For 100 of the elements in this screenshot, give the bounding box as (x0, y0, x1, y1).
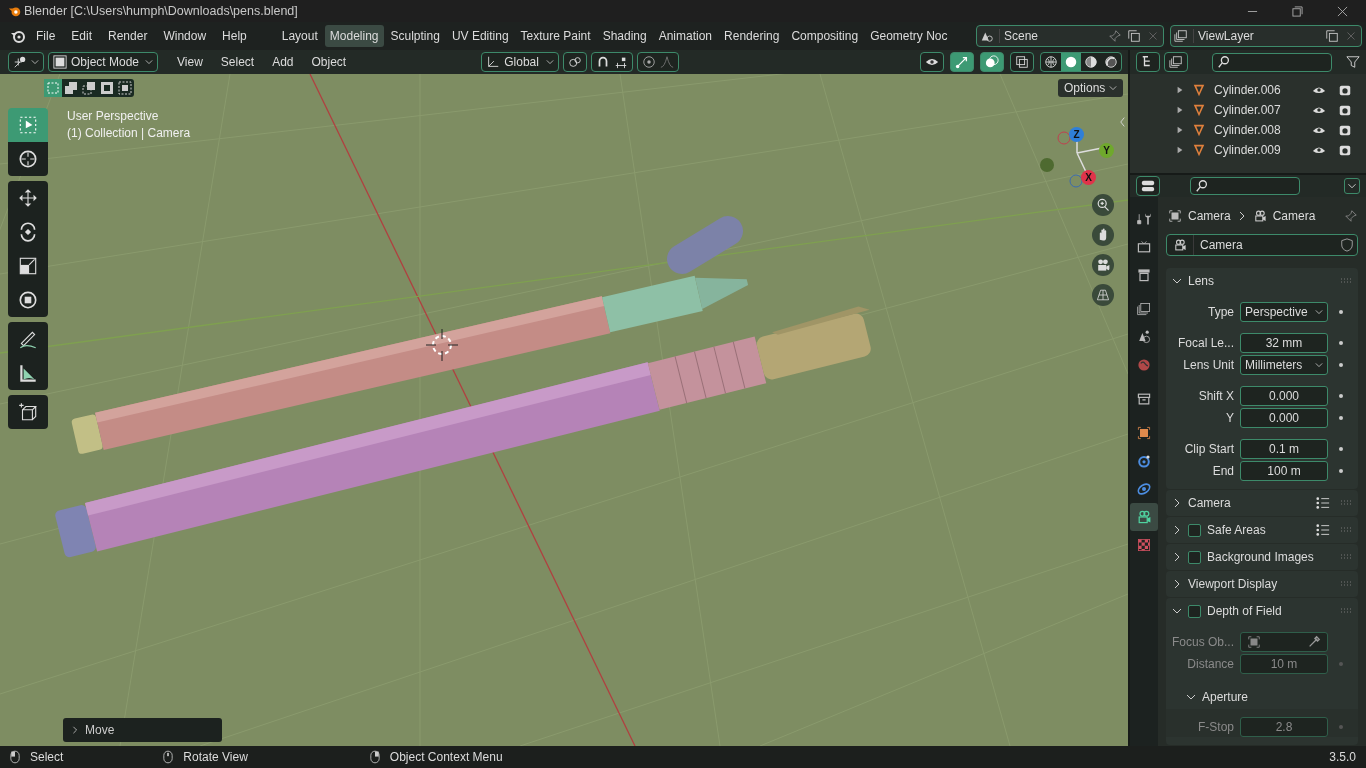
workspace-tab[interactable]: Modeling (324, 25, 384, 47)
drag-handle-icon[interactable] (1340, 500, 1352, 506)
expand-arrow-icon[interactable] (1176, 146, 1184, 154)
pin-icon[interactable] (1344, 208, 1358, 223)
number-field[interactable]: 0.1 m (1240, 439, 1328, 459)
proportional-editing-icon[interactable] (642, 55, 657, 69)
chevron-right-icon[interactable] (1172, 525, 1182, 535)
outliner-item[interactable]: Cylinder.007 (1214, 103, 1304, 117)
workspace-tab[interactable]: Shading (597, 25, 652, 47)
checkbox[interactable] (1188, 604, 1201, 618)
workspace-tab[interactable]: Compositing (786, 25, 864, 47)
select-subtract-icon[interactable] (80, 79, 98, 97)
dropdown[interactable]: Millimeters (1240, 355, 1328, 375)
drag-handle-icon[interactable] (1340, 554, 1352, 560)
menu-item[interactable]: Add (272, 55, 294, 69)
filter-icon[interactable] (1346, 55, 1360, 69)
duplicate-icon[interactable] (1325, 29, 1339, 43)
chevron-right-icon[interactable] (1172, 552, 1182, 562)
workspace-tab[interactable]: UV Editing (446, 25, 514, 47)
options-dropdown[interactable]: Options (1058, 79, 1124, 97)
sidebar-toggle-icon[interactable] (1119, 116, 1126, 128)
checkbox[interactable] (1188, 523, 1201, 537)
panel-title[interactable]: Lens (1188, 274, 1334, 288)
chevron-right-icon[interactable] (1172, 579, 1182, 589)
mode-dropdown[interactable]: Object Mode (48, 52, 158, 72)
menu-item[interactable]: Edit (71, 29, 93, 43)
checkbox[interactable] (1188, 550, 1201, 564)
chevron-down-icon[interactable] (1186, 692, 1196, 702)
xray-icon[interactable] (1015, 55, 1029, 69)
editor-type-icon[interactable] (13, 55, 27, 69)
camera-tab-icon[interactable] (1130, 503, 1158, 531)
menu-item[interactable]: Select (220, 55, 255, 69)
outliner-item[interactable]: Cylinder.008 (1214, 123, 1304, 137)
duplicate-icon[interactable] (1127, 29, 1141, 43)
cursor-tool-icon[interactable] (8, 142, 48, 176)
editor-type-icon[interactable] (1141, 179, 1155, 193)
menu-item[interactable]: Render (108, 29, 148, 43)
menu-item[interactable]: Window (163, 29, 207, 43)
snap-target-icon[interactable] (614, 55, 629, 69)
subpanel-title[interactable]: Aperture (1202, 690, 1358, 704)
chevron-right-icon[interactable] (1172, 498, 1182, 508)
menu-item[interactable]: View (177, 55, 203, 69)
keyframe-dot[interactable] (1339, 394, 1343, 398)
close-icon[interactable] (1337, 5, 1348, 17)
keyframe-dot[interactable] (1339, 310, 1343, 314)
outliner-item[interactable]: Cylinder.006 (1214, 83, 1304, 97)
drag-handle-icon[interactable] (1340, 527, 1352, 533)
presets-icon[interactable] (1316, 523, 1330, 537)
gizmo-icon[interactable] (955, 55, 969, 69)
last-operator-panel[interactable]: Move (63, 718, 222, 742)
workspace-tab[interactable]: Animation (653, 25, 718, 47)
camera-icon[interactable] (1338, 143, 1352, 157)
keyframe-dot[interactable] (1339, 416, 1343, 420)
expand-arrow-icon[interactable] (1176, 106, 1184, 114)
pin-icon[interactable] (1108, 29, 1122, 43)
chevron-down-icon[interactable] (31, 58, 39, 66)
keyframe-dot[interactable] (1339, 469, 1343, 473)
number-field[interactable]: 0.000 (1240, 386, 1328, 406)
maximize-icon[interactable] (1292, 5, 1303, 17)
camera-icon[interactable] (1338, 123, 1352, 137)
camera-icon[interactable] (1338, 83, 1352, 97)
drag-handle-icon[interactable] (1340, 608, 1352, 614)
view-layer-icon[interactable] (1174, 29, 1188, 43)
measure-tool-icon[interactable] (8, 356, 48, 390)
camera-icon[interactable] (1338, 103, 1352, 117)
chevron-down-icon[interactable] (1344, 178, 1360, 194)
transform-tool-icon[interactable] (8, 283, 48, 317)
menu-item[interactable]: File (36, 29, 56, 43)
number-field[interactable]: 32 mm (1240, 333, 1328, 353)
number-field[interactable]: 0.000 (1240, 408, 1328, 428)
blender-logo-icon[interactable] (10, 28, 26, 44)
chevron-down-icon[interactable] (1172, 276, 1182, 286)
panel-title[interactable]: Depth of Field (1207, 604, 1334, 618)
expand-arrow-icon[interactable] (1176, 126, 1184, 134)
workspace-tab[interactable]: Rendering (719, 25, 785, 47)
presets-icon[interactable] (1316, 496, 1330, 510)
menu-item[interactable]: Object (311, 55, 347, 69)
keyframe-dot[interactable] (1339, 447, 1343, 451)
orientation-dropdown[interactable]: Global (481, 52, 560, 72)
camera-data-icon[interactable] (1173, 238, 1187, 252)
drag-handle-icon[interactable] (1340, 278, 1352, 284)
chevron-down-icon[interactable] (1172, 606, 1182, 616)
workspace-tab[interactable]: Sculpting (385, 25, 445, 47)
select-invert-icon[interactable] (98, 79, 116, 97)
view-layer-icon[interactable] (1169, 55, 1183, 69)
dropdown[interactable]: Perspective (1240, 302, 1328, 322)
search-field[interactable] (1190, 177, 1300, 195)
workspace-tab[interactable]: Layout (276, 25, 323, 47)
keyframe-dot[interactable] (1339, 363, 1343, 367)
pivot-icon[interactable] (568, 55, 583, 69)
annotate-tool-icon[interactable] (8, 322, 48, 356)
drag-handle-icon[interactable] (1340, 581, 1352, 587)
search-field[interactable] (1212, 52, 1332, 72)
number-field[interactable]: 100 m (1240, 461, 1328, 481)
keyframe-dot[interactable] (1339, 341, 1343, 345)
keyframe-dot[interactable] (1339, 725, 1343, 729)
overlays-icon[interactable] (985, 55, 999, 69)
workspace-tab[interactable]: Geometry Noc (865, 25, 953, 47)
select-intersect-icon[interactable] (116, 79, 134, 97)
select-extend-icon[interactable] (62, 79, 80, 97)
